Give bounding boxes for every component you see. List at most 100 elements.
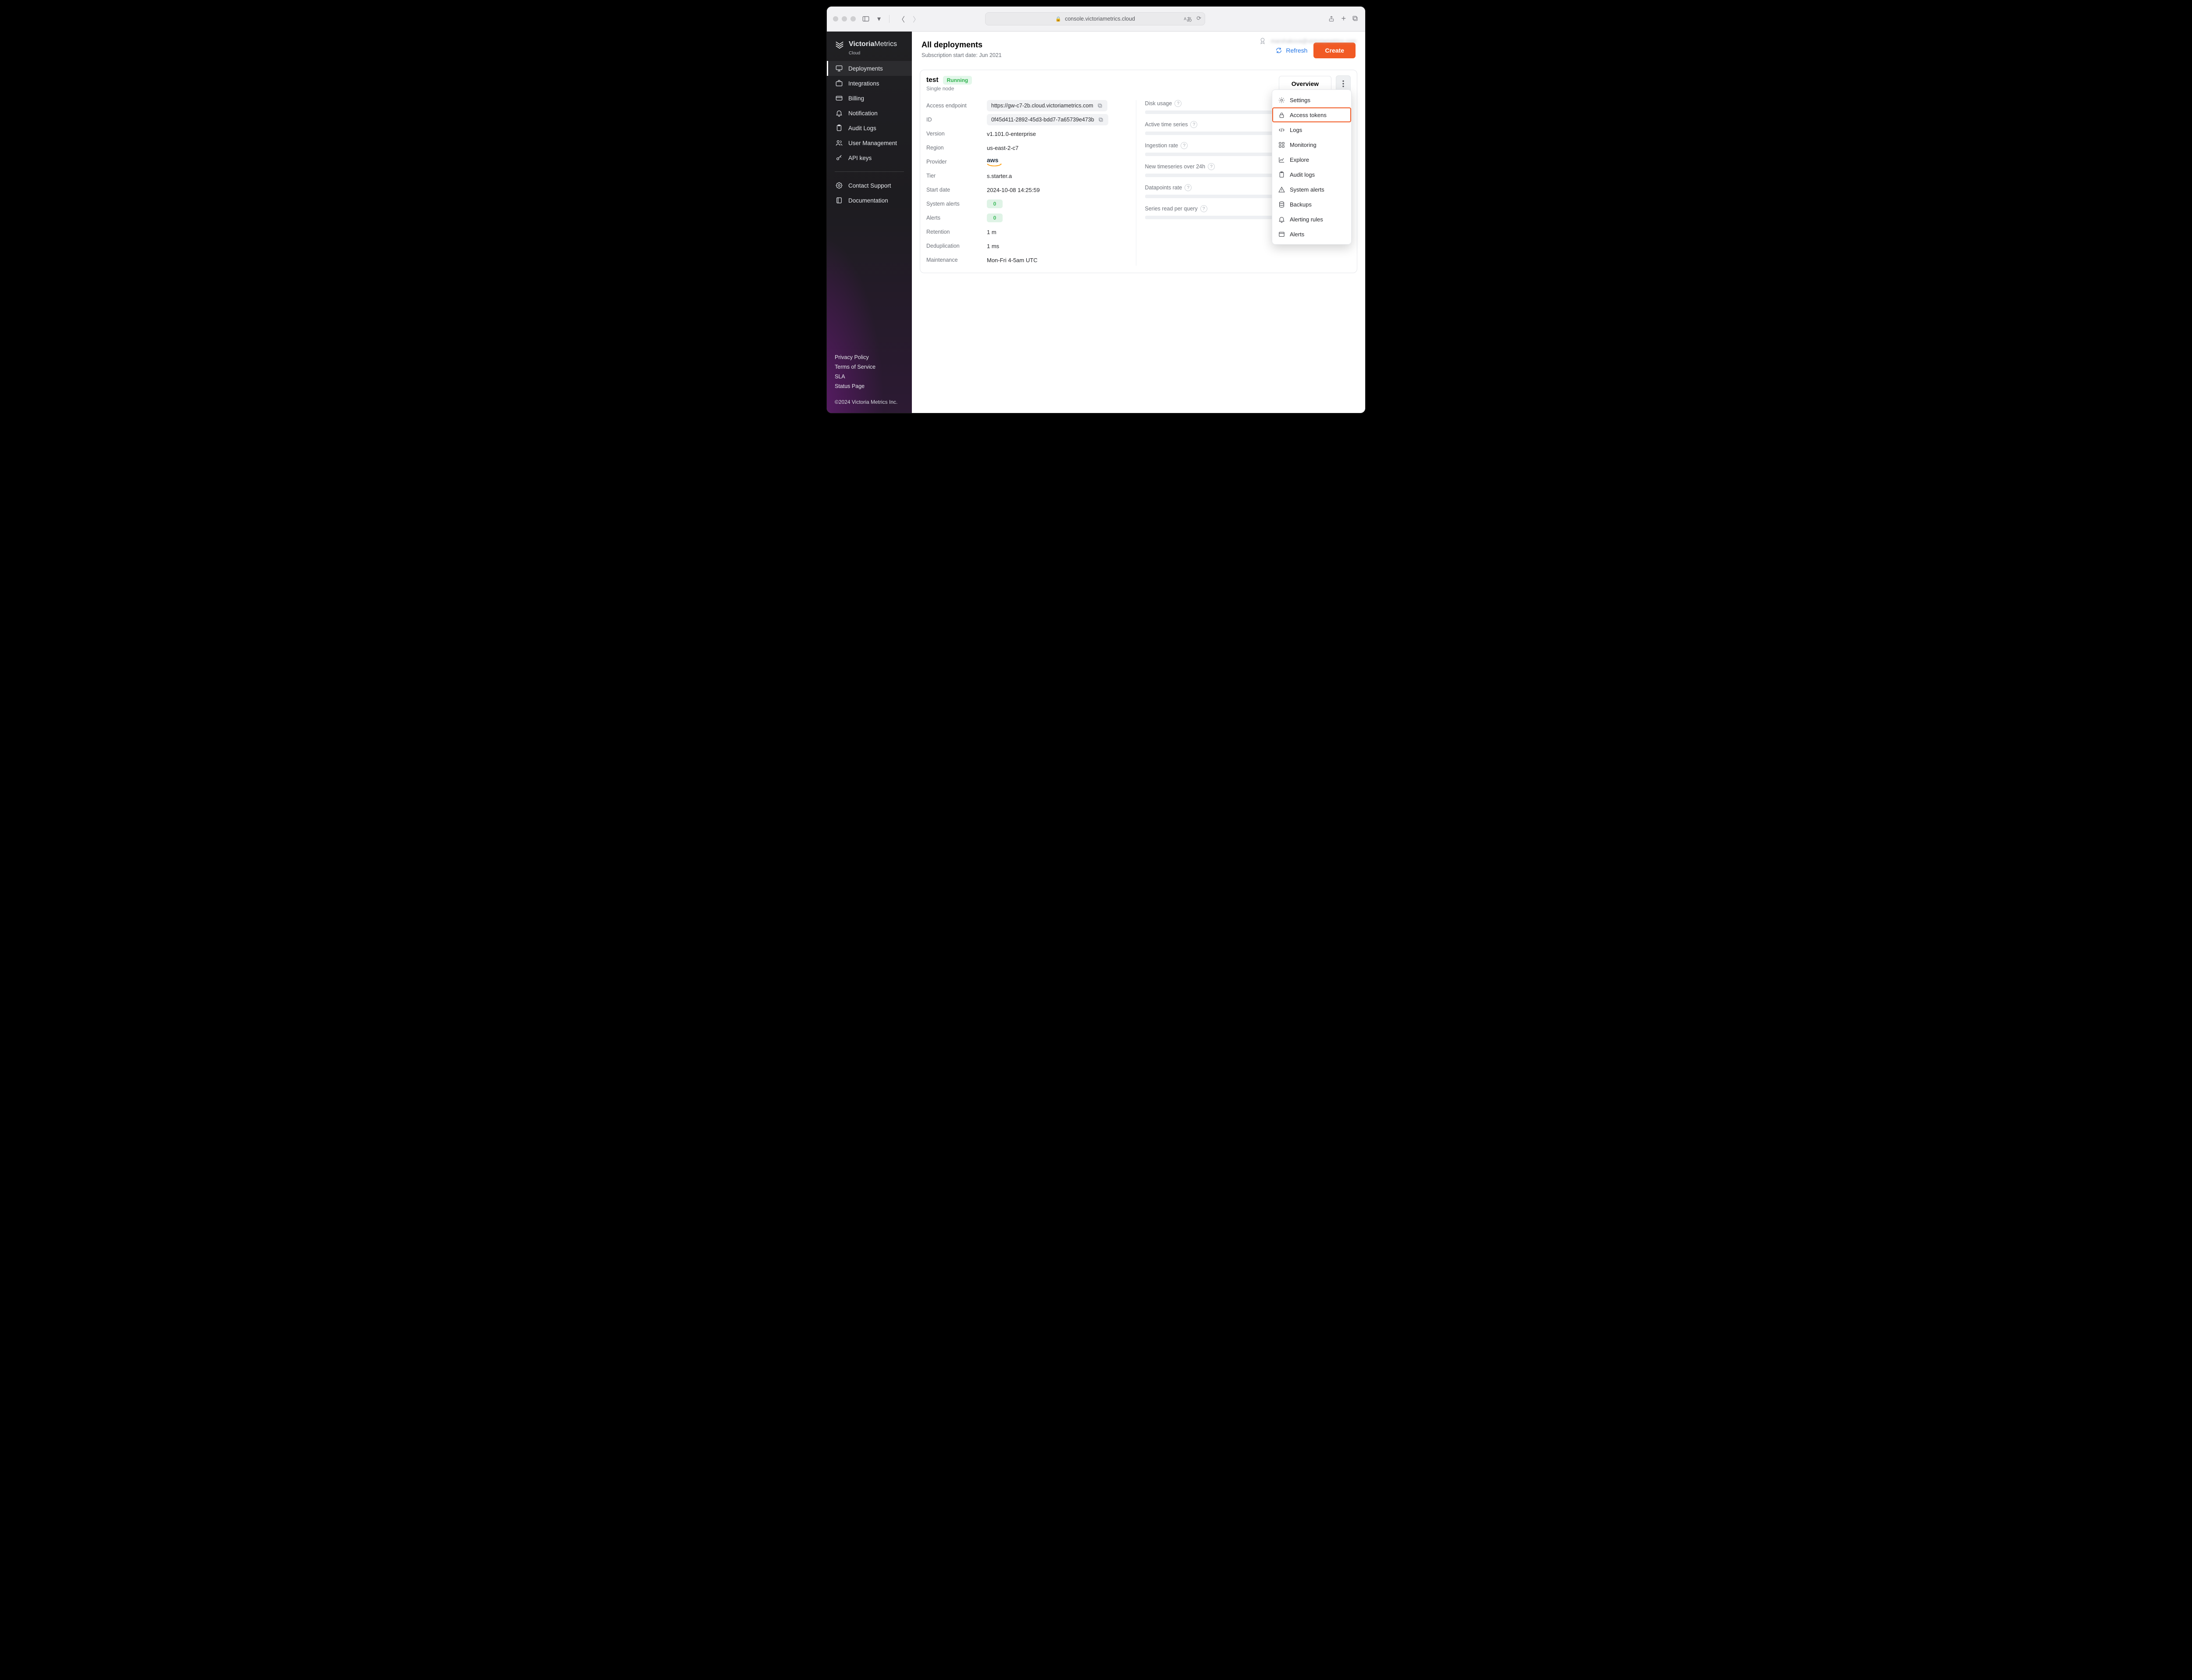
metric-label: Ingestion rate [1145,142,1178,149]
url-text: console.victoriametrics.cloud [1065,16,1135,22]
grid-icon [1277,141,1285,149]
sidebar-item-label: Notification [848,110,878,117]
kv-key-region: Region [926,142,983,153]
sidebar-item-billing[interactable]: Billing [827,91,912,106]
help-icon[interactable]: ? [1174,100,1181,107]
sidebar-item-label: Documentation [848,197,888,204]
brand-text: VictoriaMetrics [849,41,897,48]
footer-link-status[interactable]: Status Page [835,383,904,389]
briefcase-icon [835,79,843,87]
translate-icon[interactable]: ᴬあ [1184,15,1192,23]
main: marshakova@victoriametrics.com All deplo… [912,32,1365,413]
sidebar-item-documentation[interactable]: Documentation [827,193,912,208]
aws-text: aws [987,157,998,164]
sidebar-item-label: Contact Support [848,182,891,189]
chevron-down-icon[interactable]: ▾ [876,14,882,24]
menu-item-label: Monitoring [1290,142,1317,148]
kv-val-deduplication: 1 ms [987,243,1132,249]
actions-menu: Settings Access tokens Logs Monitoring E… [1272,89,1352,245]
refresh-icon [1275,47,1282,54]
sidebar-item-label: Billing [848,95,864,102]
menu-item-label: Audit logs [1290,171,1315,178]
users-icon [835,139,843,147]
kv-val-access-endpoint: https://gw-c7-2b.cloud.victoriametrics.c… [987,100,1132,111]
help-icon[interactable]: ? [1185,184,1192,191]
refresh-button[interactable]: Refresh [1275,47,1307,54]
share-icon[interactable] [1328,15,1335,22]
endpoint-chip[interactable]: https://gw-c7-2b.cloud.victoriametrics.c… [987,100,1107,111]
menu-item-monitoring[interactable]: Monitoring [1272,137,1351,152]
minimize-dot[interactable] [842,16,847,21]
brand-sub: Cloud [849,51,860,56]
page-title: All deployments [922,40,1002,50]
menu-item-alerts[interactable]: Alerts [1272,227,1351,242]
urlbar-right-icons: ᴬあ ⟳ [1184,15,1201,23]
reload-icon[interactable]: ⟳ [1196,15,1201,23]
sidebar-item-user-management[interactable]: User Management [827,135,912,150]
menu-item-logs[interactable]: Logs [1272,122,1351,137]
menu-item-settings[interactable]: Settings [1272,93,1351,107]
help-icon[interactable]: ? [1181,142,1188,149]
header-actions: Refresh Create [1275,43,1356,58]
nav-forward-icon[interactable]: 〉 [911,14,921,24]
footer-link-tos[interactable]: Terms of Service [835,364,904,370]
sidebar-item-label: Deployments [848,65,883,72]
url-bar[interactable]: 🔒 console.victoriametrics.cloud ᴬあ ⟳ [985,12,1205,25]
help-icon[interactable]: ? [1200,205,1207,212]
metric-label: New timeseries over 24h [1145,164,1206,170]
kebab-icon [1342,80,1344,87]
kv-val-system-alerts: 0 [987,199,1132,208]
kv-val-start-date: 2024-10-08 14:25:59 [987,187,1132,193]
menu-item-alerting-rules[interactable]: Alerting rules [1272,212,1351,227]
tabs-icon[interactable] [1352,15,1359,22]
kv-key-tier: Tier [926,170,983,182]
brand-name-bold: Victoria [849,40,874,48]
aws-logo: aws [987,157,1002,167]
browser-window: ▾ 〈 〉 🔒 console.victoriametrics.cloud ᴬあ… [826,6,1366,413]
chart-icon [1277,156,1285,164]
refresh-label: Refresh [1286,47,1307,54]
sidebar-item-notification[interactable]: Notification [827,106,912,121]
metric-label: Series read per query [1145,206,1198,212]
sidebar-item-deployments[interactable]: Deployments [827,61,912,76]
alerts-count: 0 [987,214,1003,222]
book-icon [835,196,843,204]
kv-key-system-alerts: System alerts [926,198,983,210]
kv-key-retention: Retention [926,226,983,238]
account-area[interactable]: marshakova@victoriametrics.com [1259,37,1356,45]
id-text: 0f45d411-2892-45d3-bdd7-7a65739e473b [991,117,1094,123]
menu-item-audit-logs[interactable]: Audit logs [1272,167,1351,182]
menu-item-access-tokens[interactable]: Access tokens [1272,107,1351,122]
aws-smile-icon [987,164,1002,167]
kv-val-tier: s.starter.a [987,173,1132,179]
close-dot[interactable] [833,16,838,21]
bell-icon [835,109,843,117]
menu-item-explore[interactable]: Explore [1272,152,1351,167]
card-header: test Running Single node Overview Settin [920,70,1357,96]
nav-back-icon[interactable]: 〈 [897,14,906,24]
footer-link-sla[interactable]: SLA [835,374,904,380]
sidebar-item-audit-logs[interactable]: Audit Logs [827,121,912,135]
sidebar-item-integrations[interactable]: Integrations [827,76,912,91]
help-icon[interactable]: ? [1190,121,1197,128]
copy-icon[interactable] [1097,103,1103,109]
bell-icon [1277,215,1285,223]
help-icon[interactable]: ? [1208,163,1215,170]
sidebar-item-contact-support[interactable]: Contact Support [827,178,912,193]
sidebar-item-api-keys[interactable]: API keys [827,150,912,165]
sidebar-toggle-icon[interactable] [861,14,871,24]
menu-item-label: Settings [1290,97,1310,103]
menu-item-system-alerts[interactable]: System alerts [1272,182,1351,197]
zoom-dot[interactable] [850,16,856,21]
metric-label: Disk usage [1145,100,1172,107]
id-chip[interactable]: 0f45d411-2892-45d3-bdd7-7a65739e473b [987,114,1108,125]
copy-icon[interactable] [1098,117,1104,123]
new-tab-icon[interactable]: + [1341,15,1346,22]
create-button[interactable]: Create [1313,43,1356,58]
footer-link-privacy[interactable]: Privacy Policy [835,354,904,360]
sidebar-item-label: User Management [848,140,897,146]
menu-item-backups[interactable]: Backups [1272,197,1351,212]
brand-mark-icon [835,39,844,49]
subscription-line: Subscription start date: Jun 2021 [922,52,1002,58]
award-icon [1259,37,1267,45]
